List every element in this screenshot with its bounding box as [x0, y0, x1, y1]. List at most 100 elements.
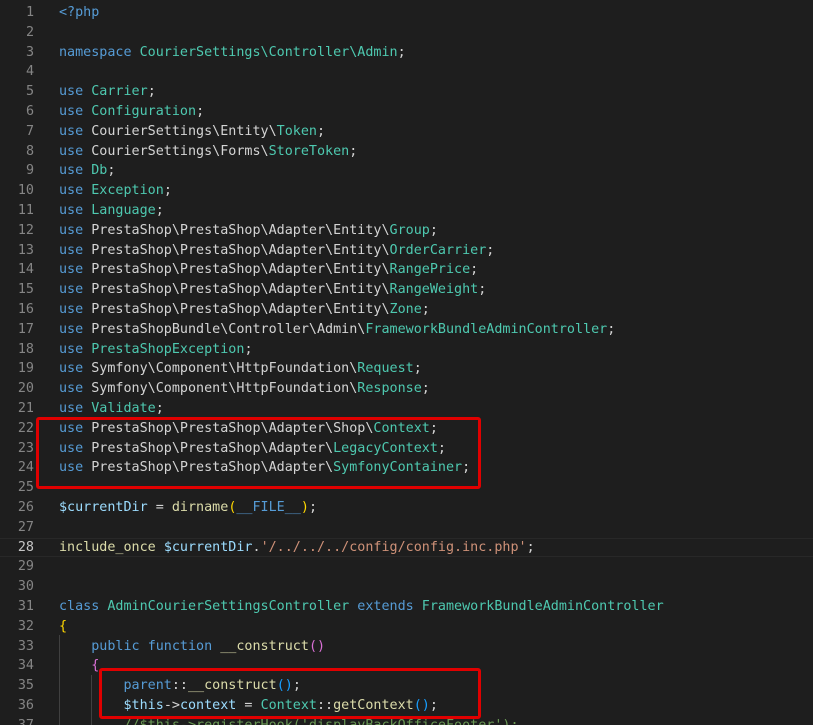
- code-token: ;: [196, 104, 205, 119]
- code-token: ;: [308, 500, 317, 515]
- code-line[interactable]: 7 use CourierSettings\Entity\Token;: [0, 122, 813, 142]
- code-token: ;: [421, 302, 430, 317]
- line-number: 17: [17, 321, 34, 337]
- code-line[interactable]: 25: [0, 478, 813, 498]
- code-line[interactable]: 18 use PrestaShopException;: [0, 340, 813, 360]
- code-text: use Configuration;: [59, 102, 204, 122]
- code-line[interactable]: 6 use Configuration;: [0, 102, 813, 122]
- code-line[interactable]: 24 use PrestaShop\PrestaShop\Adapter\Symf…: [0, 458, 813, 478]
- code-line[interactable]: 21 use Validate;: [0, 399, 813, 419]
- code-line[interactable]: 22 use PrestaShop\PrestaShop\Adapter\Shop…: [0, 419, 813, 439]
- code-token: =: [147, 500, 172, 515]
- code-line[interactable]: 2: [0, 23, 813, 43]
- code-token: Validate: [91, 401, 156, 416]
- code-line[interactable]: 13 use PrestaShop\PrestaShop\Adapter\Enti…: [0, 241, 813, 261]
- code-text: <?php: [59, 3, 99, 23]
- code-token: use: [59, 84, 84, 100]
- code-line[interactable]: 37 //$this->registerHook('displayBackOff…: [0, 716, 813, 725]
- code-text: $this->context = Context::getContext();: [59, 696, 438, 716]
- code-line[interactable]: 5 use Carrier;: [0, 82, 813, 102]
- line-number: 29: [17, 559, 34, 575]
- code-line[interactable]: 33 public function __construct(): [0, 637, 813, 657]
- code-line[interactable]: 16 use PrestaShop\PrestaShop\Adapter\Enti…: [0, 300, 813, 320]
- code-line[interactable]: 1 <?php: [0, 3, 813, 23]
- current-code-line[interactable]: 28 include_once $currentDir.'/../../../co…: [0, 537, 813, 558]
- code-editor[interactable]: 1 <?php 2 3 namespace CourierSettings\Contro…: [0, 0, 813, 725]
- line-number: 19: [17, 361, 34, 377]
- code-line[interactable]: 35 parent::__construct();: [0, 676, 813, 696]
- code-line[interactable]: 8 use CourierSettings\Forms\StoreToken;: [0, 142, 813, 162]
- code-token: PrestaShopException: [91, 341, 245, 357]
- line-number: 25: [17, 480, 34, 496]
- code-token: ;: [155, 401, 164, 416]
- code-line[interactable]: 34 {: [0, 656, 813, 676]
- code-token: SymfonyContainer: [333, 460, 463, 476]
- code-token: ;: [470, 262, 479, 278]
- code-token: PrestaShop\PrestaShop\Adapter\Entity\: [83, 242, 390, 258]
- code-token: use: [59, 282, 84, 298]
- code-token: PrestaShop\PrestaShop\Adapter\Entity\: [83, 222, 390, 238]
- line-number: 12: [17, 222, 34, 238]
- code-token: Zone: [389, 302, 422, 317]
- code-text: use PrestaShop\PrestaShop\Adapter\Symfon…: [59, 458, 470, 478]
- code-token: use: [59, 163, 84, 179]
- code-text: use CourierSettings\Entity\Token;: [59, 122, 325, 142]
- code-line[interactable]: 31 class AdminCourierSettingsController e…: [0, 597, 813, 617]
- code-text: use PrestaShop\PrestaShop\Adapter\Entity…: [59, 241, 494, 261]
- code-token: ->: [163, 698, 180, 713]
- line-number: 35: [17, 678, 34, 694]
- code-line[interactable]: 12 use PrestaShop\PrestaShop\Adapter\Enti…: [0, 221, 813, 241]
- code-line[interactable]: 3 namespace CourierSettings\Controller\Ad…: [0, 43, 813, 63]
- code-token: AdminCourierSettingsController: [107, 599, 350, 614]
- code-line[interactable]: 14 use PrestaShop\PrestaShop\Adapter\Enti…: [0, 260, 813, 280]
- code-line[interactable]: 11 use Language;: [0, 201, 813, 221]
- code-token: use: [59, 104, 84, 119]
- code-line[interactable]: 20 use Symfony\Component\HttpFoundation\R…: [0, 379, 813, 399]
- line-number: 9: [25, 163, 34, 179]
- code-line[interactable]: 26 $currentDir = dirname(__FILE__);: [0, 498, 813, 518]
- code-line[interactable]: 9 use Db;: [0, 161, 813, 181]
- code-token: __construct: [220, 638, 309, 654]
- code-line[interactable]: 10 use Exception;: [0, 181, 813, 201]
- code-token: =: [236, 698, 261, 713]
- code-text: include_once $currentDir.'/../../../conf…: [59, 539, 535, 557]
- code-token: Configuration: [91, 104, 197, 119]
- indent-guide: [91, 675, 92, 725]
- code-token: <?php: [59, 5, 100, 20]
- line-number: 30: [17, 579, 34, 595]
- code-token: CourierSettings\Forms\: [83, 143, 269, 159]
- code-token: ;: [107, 163, 116, 179]
- code-token: ;: [429, 222, 438, 238]
- line-number: 8: [25, 143, 34, 159]
- code-line[interactable]: 17 use PrestaShopBundle\Controller\Admin\…: [0, 320, 813, 340]
- code-token: .: [252, 539, 261, 555]
- code-token: Symfony\Component\HttpFoundation\: [83, 361, 358, 377]
- code-text: class AdminCourierSettingsController ext…: [59, 597, 664, 617]
- code-line[interactable]: 19 use Symfony\Component\HttpFoundation\R…: [0, 359, 813, 379]
- code-line[interactable]: 4: [0, 62, 813, 82]
- code-line[interactable]: 32 {: [0, 617, 813, 637]
- code-line[interactable]: 36 $this->context = Context::getContext(…: [0, 696, 813, 716]
- code-token: FrameworkBundleAdminController: [421, 599, 664, 614]
- line-number: 23: [17, 440, 34, 456]
- code-line[interactable]: 23 use PrestaShop\PrestaShop\Adapter\Lega…: [0, 439, 813, 459]
- code-token: __construct: [188, 678, 277, 694]
- code-token: ;: [155, 203, 164, 218]
- code-token: Token: [276, 123, 317, 139]
- code-token: use: [59, 440, 84, 456]
- indent-guide: [59, 635, 60, 725]
- code-line[interactable]: 15 use PrestaShop\PrestaShop\Adapter\Enti…: [0, 280, 813, 300]
- code-line[interactable]: 27: [0, 518, 813, 538]
- line-number: 32: [17, 618, 34, 634]
- code-token: getContext: [333, 698, 414, 713]
- code-token: ;: [607, 321, 616, 337]
- code-line[interactable]: 29: [0, 557, 813, 577]
- line-number: 13: [17, 242, 34, 258]
- code-token: ;: [244, 341, 253, 357]
- code-line[interactable]: 30: [0, 577, 813, 597]
- code-token: {: [91, 658, 100, 674]
